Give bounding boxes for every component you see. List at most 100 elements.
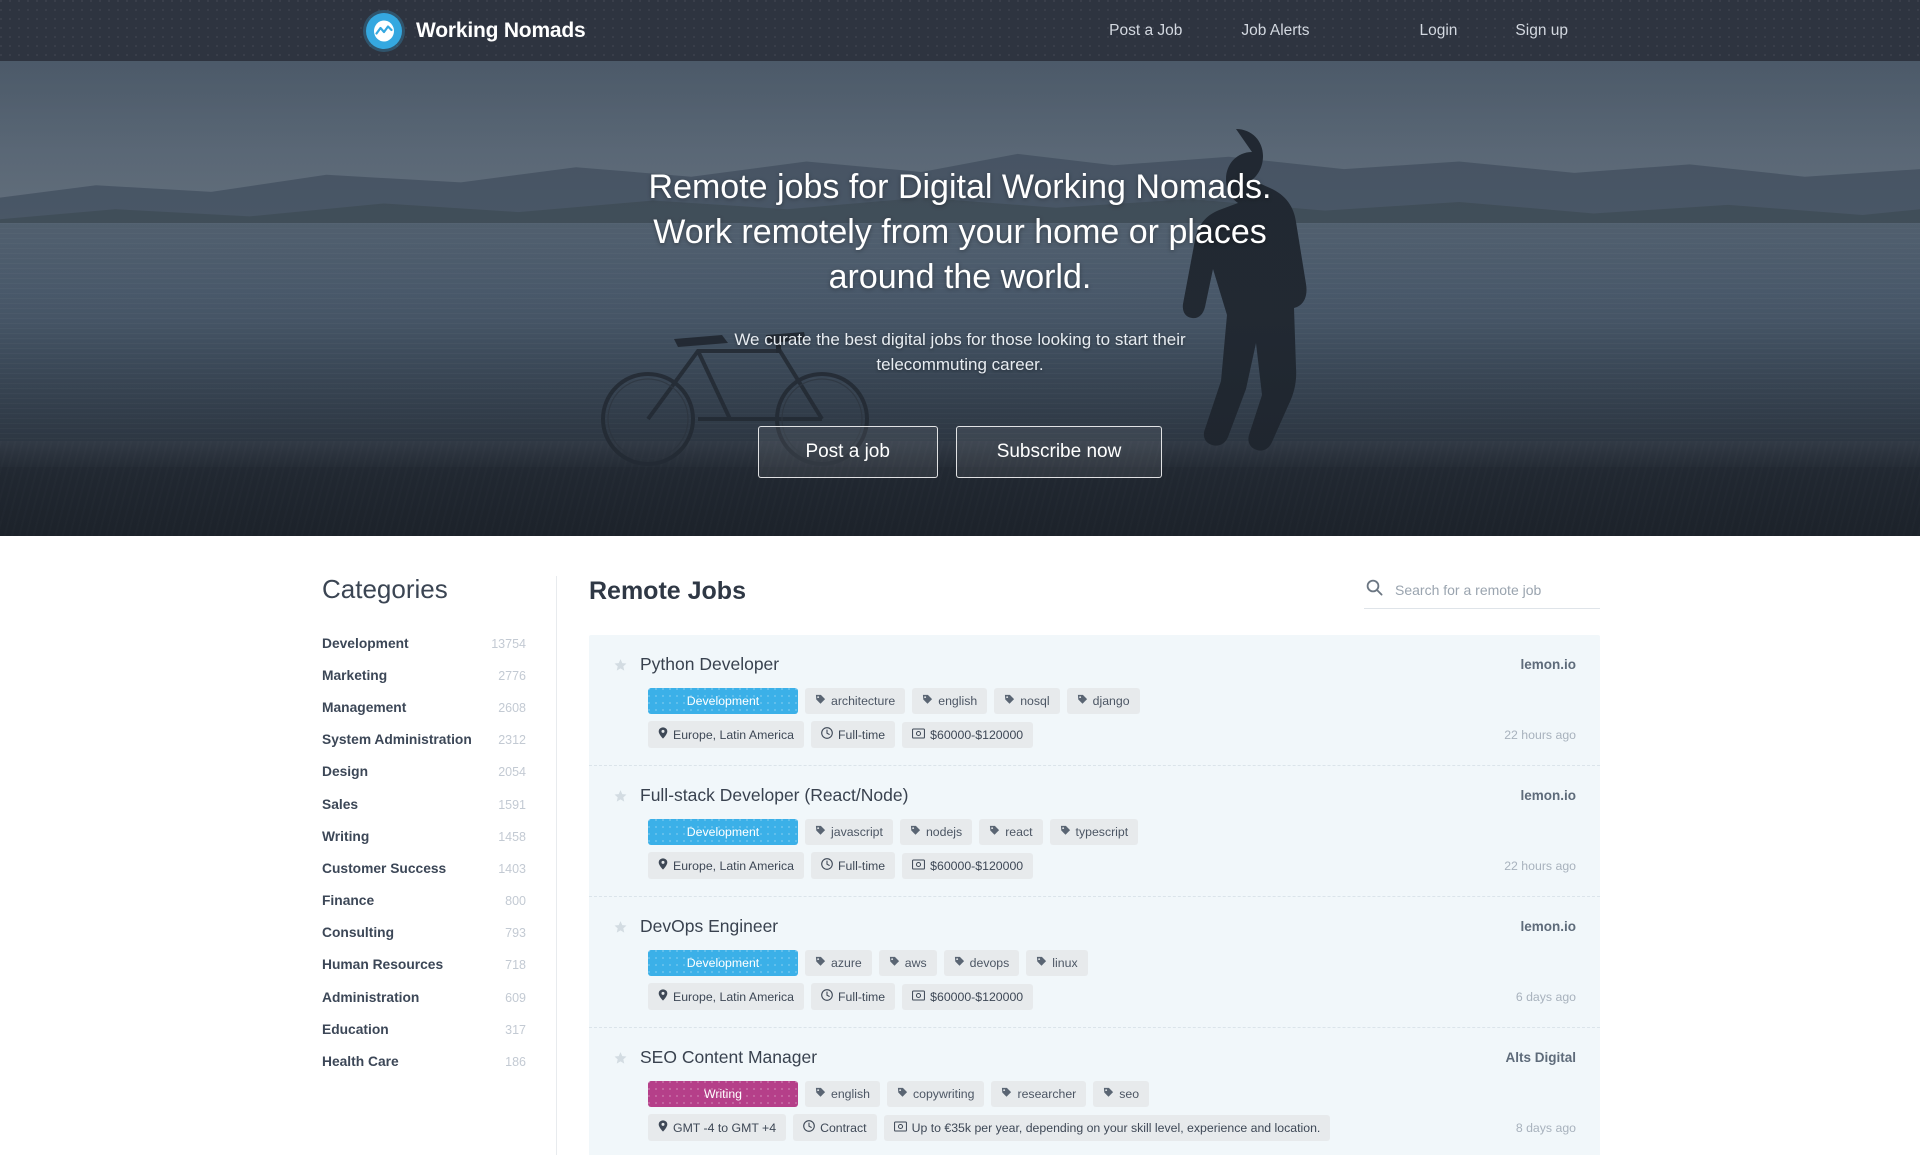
job-tag-pill[interactable]: aws <box>878 950 937 976</box>
sidebar-category-health-care[interactable]: Health Care 186 <box>320 1045 528 1077</box>
star-icon[interactable] <box>613 1051 628 1071</box>
clock-icon <box>821 858 833 873</box>
sidebar-category-administration[interactable]: Administration 609 <box>320 981 528 1013</box>
nav-sign-up[interactable]: Sign up <box>1515 22 1568 40</box>
category-count: 2312 <box>498 733 526 748</box>
sidebar-category-management[interactable]: Management 2608 <box>320 691 528 723</box>
sidebar-category-human-resources[interactable]: Human Resources 718 <box>320 949 528 981</box>
job-category-badge[interactable]: Development <box>648 819 798 845</box>
sidebar-category-consulting[interactable]: Consulting 793 <box>320 917 528 949</box>
tag-label: javascript <box>831 825 883 839</box>
nav-job-alerts[interactable]: Job Alerts <box>1241 22 1309 40</box>
money-icon <box>912 989 926 1004</box>
category-count: 2776 <box>498 668 526 683</box>
sidebar-category-writing[interactable]: Writing 1458 <box>320 820 528 852</box>
job-tag-pill[interactable]: javascript <box>805 819 893 845</box>
job-tag-pill[interactable]: azure <box>805 950 872 976</box>
job-company[interactable]: lemon.io <box>1520 654 1576 672</box>
money-icon <box>912 858 926 873</box>
job-type: Contract <box>793 1114 877 1141</box>
star-icon[interactable] <box>613 658 628 678</box>
nav-login[interactable]: Login <box>1419 22 1457 40</box>
job-meta-line: Europe, Latin America Full-time $60000-$12… <box>613 852 1576 879</box>
money-icon <box>893 1120 907 1135</box>
job-card[interactable]: Full-stack Developer (React/Node) lemon.i… <box>589 765 1600 896</box>
job-category-badge[interactable]: Development <box>648 950 798 976</box>
tag-icon <box>815 825 826 839</box>
job-card[interactable]: DevOps Engineer lemon.io Development azure a… <box>589 896 1600 1027</box>
category-label: Design <box>322 764 368 780</box>
sidebar-category-sales[interactable]: Sales 1591 <box>320 788 528 820</box>
category-label: Marketing <box>322 667 388 683</box>
sidebar-category-marketing[interactable]: Marketing 2776 <box>320 659 528 691</box>
sidebar-category-design[interactable]: Design 2054 <box>320 756 528 788</box>
sidebar-category-education[interactable]: Education 317 <box>320 1013 528 1045</box>
sidebar-category-customer-success[interactable]: Customer Success 1403 <box>320 852 528 884</box>
hero-buttons: Post a job Subscribe now <box>0 425 1920 478</box>
money-icon <box>912 727 926 742</box>
job-tag-pill[interactable]: devops <box>943 950 1020 976</box>
job-meta-line: Europe, Latin America Full-time $60000-$12… <box>613 721 1576 748</box>
job-category-badge[interactable]: Writing <box>648 1081 798 1107</box>
tag-label: seo <box>1119 1087 1140 1101</box>
job-title[interactable]: DevOps Engineer <box>640 916 778 937</box>
tag-icon <box>897 1087 908 1101</box>
job-title[interactable]: Full-stack Developer (React/Node) <box>640 785 908 806</box>
subscribe-now-button[interactable]: Subscribe now <box>955 425 1163 478</box>
job-meta-row: Europe, Latin America Full-time $60000-$12… <box>648 983 1034 1010</box>
category-label: Development <box>322 635 409 651</box>
job-tag-pill[interactable]: django <box>1066 688 1140 714</box>
post-a-job-button[interactable]: Post a job <box>757 425 938 478</box>
job-tag-pill[interactable]: linux <box>1026 950 1088 976</box>
job-tag-pill[interactable]: english <box>805 1081 880 1107</box>
sidebar-category-finance[interactable]: Finance 800 <box>320 885 528 917</box>
job-card-header: Python Developer lemon.io <box>613 654 1576 678</box>
hero-title-line-2: Work remotely from your home or places <box>653 213 1267 252</box>
job-tag-pill[interactable]: nodejs <box>899 819 973 845</box>
category-count: 609 <box>505 990 526 1005</box>
tag-icon <box>989 825 1000 839</box>
star-icon[interactable] <box>613 920 628 940</box>
job-company[interactable]: Alts Digital <box>1505 1047 1576 1065</box>
nav-post-a-job[interactable]: Post a Job <box>1109 22 1182 40</box>
job-meta-line: Europe, Latin America Full-time $60000-$12… <box>613 983 1576 1010</box>
job-tag-pill[interactable]: architecture <box>805 688 906 714</box>
job-posted-age: 8 days ago <box>1515 1120 1576 1135</box>
location-pin-icon <box>658 727 668 742</box>
category-count: 1403 <box>498 861 526 876</box>
job-tag-pill[interactable]: react <box>979 819 1043 845</box>
search-input[interactable] <box>1395 582 1598 598</box>
job-title[interactable]: SEO Content Manager <box>640 1047 817 1068</box>
job-tag-pill[interactable]: copywriting <box>886 1081 985 1107</box>
job-title[interactable]: Python Developer <box>640 654 779 675</box>
sidebar-category-system-administration[interactable]: System Administration 2312 <box>320 724 528 756</box>
job-company[interactable]: lemon.io <box>1520 916 1576 934</box>
job-salary: $60000-$120000 <box>902 852 1034 879</box>
clock-icon <box>803 1120 815 1135</box>
job-category-badge[interactable]: Development <box>648 688 798 714</box>
job-tag-pill[interactable]: researcher <box>991 1081 1087 1107</box>
job-tag-row: Development javascript nodejs react typescri… <box>648 819 1576 845</box>
job-tag-pill[interactable]: typescript <box>1049 819 1139 845</box>
tag-icon <box>815 1087 826 1101</box>
job-type: Full-time <box>811 983 896 1010</box>
job-card[interactable]: SEO Content Manager Alts Digital Writing en… <box>589 1027 1600 1155</box>
job-salary: Up to €35k per year, depending on your s… <box>883 1114 1331 1141</box>
tag-icon <box>889 956 900 970</box>
tag-label: react <box>1005 825 1033 839</box>
job-tag-pill[interactable]: seo <box>1093 1081 1150 1107</box>
job-card-header: SEO Content Manager Alts Digital <box>613 1047 1576 1071</box>
job-tag-pill[interactable]: nosql <box>994 688 1060 714</box>
tag-label: linux <box>1052 956 1078 970</box>
tag-label: aws <box>904 956 927 970</box>
brand-logo-link[interactable]: Working Nomads <box>366 12 586 49</box>
star-icon[interactable] <box>613 789 628 809</box>
job-card[interactable]: Python Developer lemon.io Development archi… <box>589 635 1600 765</box>
tag-icon <box>1103 1087 1114 1101</box>
job-tag-pill[interactable]: english <box>912 688 988 714</box>
search-icon <box>1366 579 1383 601</box>
job-company[interactable]: lemon.io <box>1520 785 1576 803</box>
sidebar-category-development[interactable]: Development 13754 <box>320 627 528 659</box>
tag-label: devops <box>969 956 1010 970</box>
search-box[interactable] <box>1364 574 1600 609</box>
